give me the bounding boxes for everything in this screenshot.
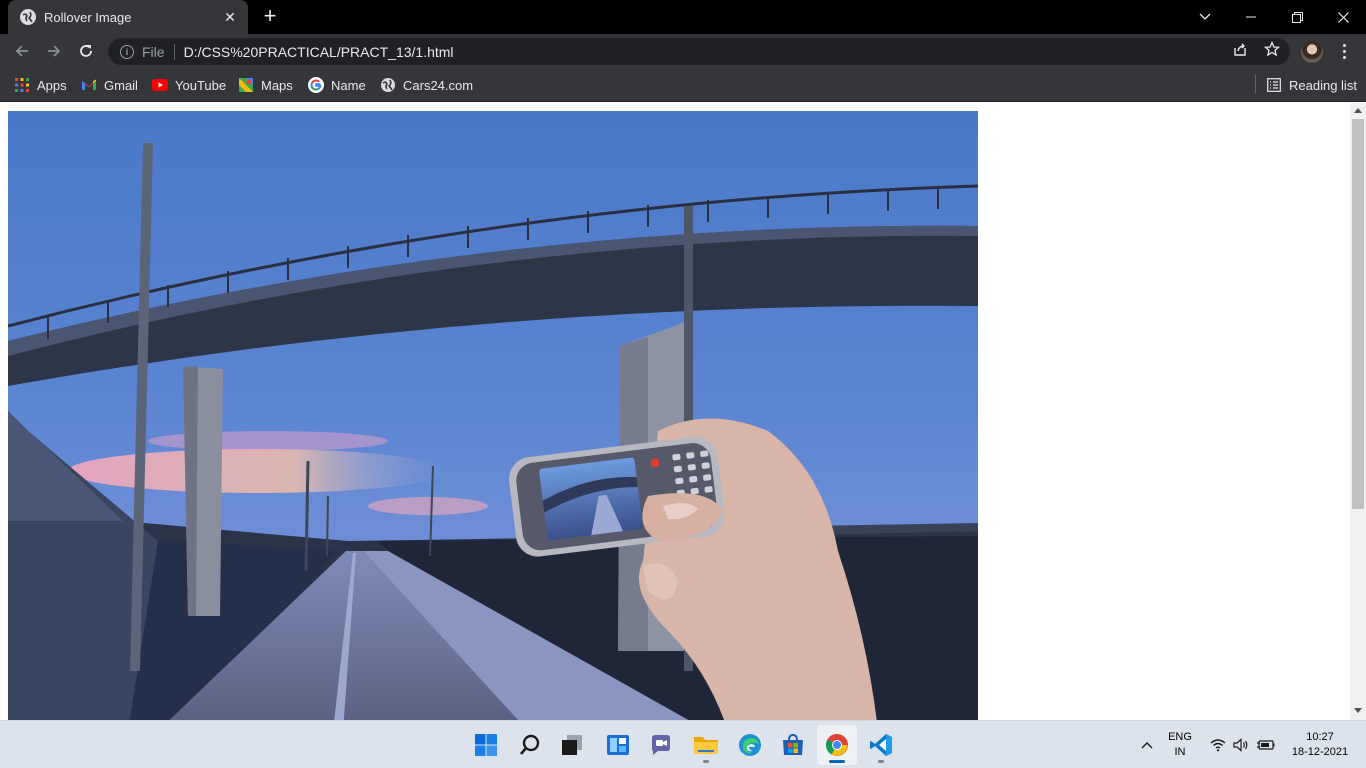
start-button[interactable]: [466, 725, 506, 765]
scheme-label: File: [142, 43, 165, 60]
more-menu-button[interactable]: [1334, 40, 1354, 62]
bookmarks-bar: Apps Gmail YouTube Maps Name Cars24.com: [0, 68, 1366, 102]
globe-icon: [20, 9, 36, 25]
battery-icon[interactable]: [1255, 721, 1277, 768]
language-indicator[interactable]: ENG IN: [1160, 730, 1200, 760]
close-icon: [1337, 11, 1349, 23]
scroll-down-arrow-icon[interactable]: [1354, 708, 1362, 713]
page-scrollbar[interactable]: [1350, 103, 1366, 720]
chevron-up-icon: [1141, 742, 1153, 749]
tab-title: Rollover Image: [44, 9, 132, 25]
minimize-icon: [1246, 16, 1256, 18]
minimize-button[interactable]: [1228, 0, 1274, 34]
bookmark-label: Apps: [37, 77, 67, 93]
task-view-button[interactable]: [552, 725, 592, 765]
windows-taskbar: ENG IN 10:27 18-12-2021: [0, 720, 1366, 768]
share-button[interactable]: [1231, 40, 1249, 58]
back-button[interactable]: [10, 39, 34, 63]
running-indicator: [703, 760, 709, 763]
bookmark-label: Cars24.com: [403, 77, 474, 93]
globe-icon: [380, 77, 396, 93]
bookmark-cars24[interactable]: Cars24.com: [380, 76, 473, 94]
forward-button[interactable]: [42, 39, 66, 63]
url-text[interactable]: D:/CSS%20PRACTICAL/PRACT_13/1.html: [184, 44, 454, 60]
share-icon: [1234, 43, 1246, 56]
chrome-icon: [826, 734, 848, 756]
system-clock[interactable]: 10:27 18-12-2021: [1282, 730, 1358, 760]
scroll-thumb[interactable]: [1352, 119, 1364, 509]
reload-icon: [80, 45, 92, 57]
star-icon: [1264, 41, 1280, 57]
restore-icon: [1291, 11, 1303, 23]
page-content: [0, 103, 1350, 720]
forward-arrow-icon: [48, 45, 61, 57]
reading-list-button[interactable]: Reading list: [1266, 76, 1357, 94]
bookmark-youtube[interactable]: YouTube: [152, 76, 226, 94]
back-arrow-icon: [15, 45, 28, 57]
info-icon[interactable]: i: [120, 44, 134, 59]
scroll-up-arrow-icon[interactable]: [1354, 108, 1362, 113]
vscode-button[interactable]: [861, 725, 901, 765]
active-indicator: [829, 760, 845, 763]
browser-toolbar: i File D:/CSS%20PRACTICAL/PRACT_13/1.htm…: [0, 34, 1366, 68]
youtube-icon: [152, 77, 168, 93]
widgets-button[interactable]: [598, 725, 638, 765]
tab-rollover-image[interactable]: Rollover Image ✕: [8, 0, 248, 34]
chat-icon: [652, 735, 670, 755]
vscode-icon: [870, 734, 892, 756]
volume-icon[interactable]: [1231, 721, 1251, 768]
rollover-image[interactable]: [8, 111, 978, 720]
bookmark-apps[interactable]: Apps: [14, 76, 67, 94]
store-icon: [783, 733, 803, 755]
bookmark-gmail[interactable]: Gmail: [81, 76, 138, 94]
edge-icon: [739, 734, 761, 756]
address-bar[interactable]: i File D:/CSS%20PRACTICAL/PRACT_13/1.htm…: [108, 38, 1290, 65]
reading-list-label: Reading list: [1289, 77, 1357, 93]
maps-icon: [238, 77, 254, 93]
reading-list-icon: [1266, 77, 1282, 93]
chrome-button[interactable]: [817, 725, 857, 765]
bookmark-label: Name: [331, 77, 366, 93]
bookmark-star-button[interactable]: [1263, 40, 1281, 58]
restore-button[interactable]: [1274, 0, 1320, 34]
wifi-icon[interactable]: [1208, 721, 1228, 768]
task-view-icon: [562, 735, 582, 755]
reload-button[interactable]: [74, 39, 98, 63]
new-tab-button[interactable]: +: [258, 5, 282, 28]
profile-avatar[interactable]: [1301, 41, 1323, 63]
bookmark-label: Gmail: [104, 77, 138, 93]
edge-button[interactable]: [730, 725, 770, 765]
bookmarks-divider: [1255, 74, 1256, 94]
bookmark-label: YouTube: [175, 77, 227, 93]
gmail-icon: [81, 77, 97, 93]
search-icon: [520, 734, 540, 755]
chat-button[interactable]: [641, 725, 681, 765]
bookmark-maps[interactable]: Maps: [238, 76, 293, 94]
chevron-down-icon: [1199, 13, 1211, 20]
tab-strip: Rollover Image ✕ +: [0, 0, 1366, 34]
tab-close-icon[interactable]: ✕: [222, 9, 238, 26]
close-window-button[interactable]: [1320, 0, 1366, 34]
start-icon: [475, 734, 497, 756]
google-icon: [308, 77, 324, 93]
widgets-icon: [607, 735, 629, 755]
file-explorer-button[interactable]: [686, 725, 726, 765]
show-hidden-icons-button[interactable]: [1136, 721, 1158, 768]
running-indicator: [878, 760, 884, 763]
tab-search-button[interactable]: [1182, 0, 1228, 34]
clock-time: 10:27: [1306, 731, 1334, 743]
bookmark-label: Maps: [261, 77, 293, 93]
taskbar-search-button[interactable]: [510, 725, 550, 765]
apps-grid-icon: [14, 77, 30, 93]
file-explorer-icon: [694, 737, 718, 754]
bookmark-name[interactable]: Name: [308, 76, 366, 94]
store-button[interactable]: [773, 725, 813, 765]
omnibox-divider: [173, 43, 175, 60]
clock-date: 18-12-2021: [1291, 746, 1349, 758]
